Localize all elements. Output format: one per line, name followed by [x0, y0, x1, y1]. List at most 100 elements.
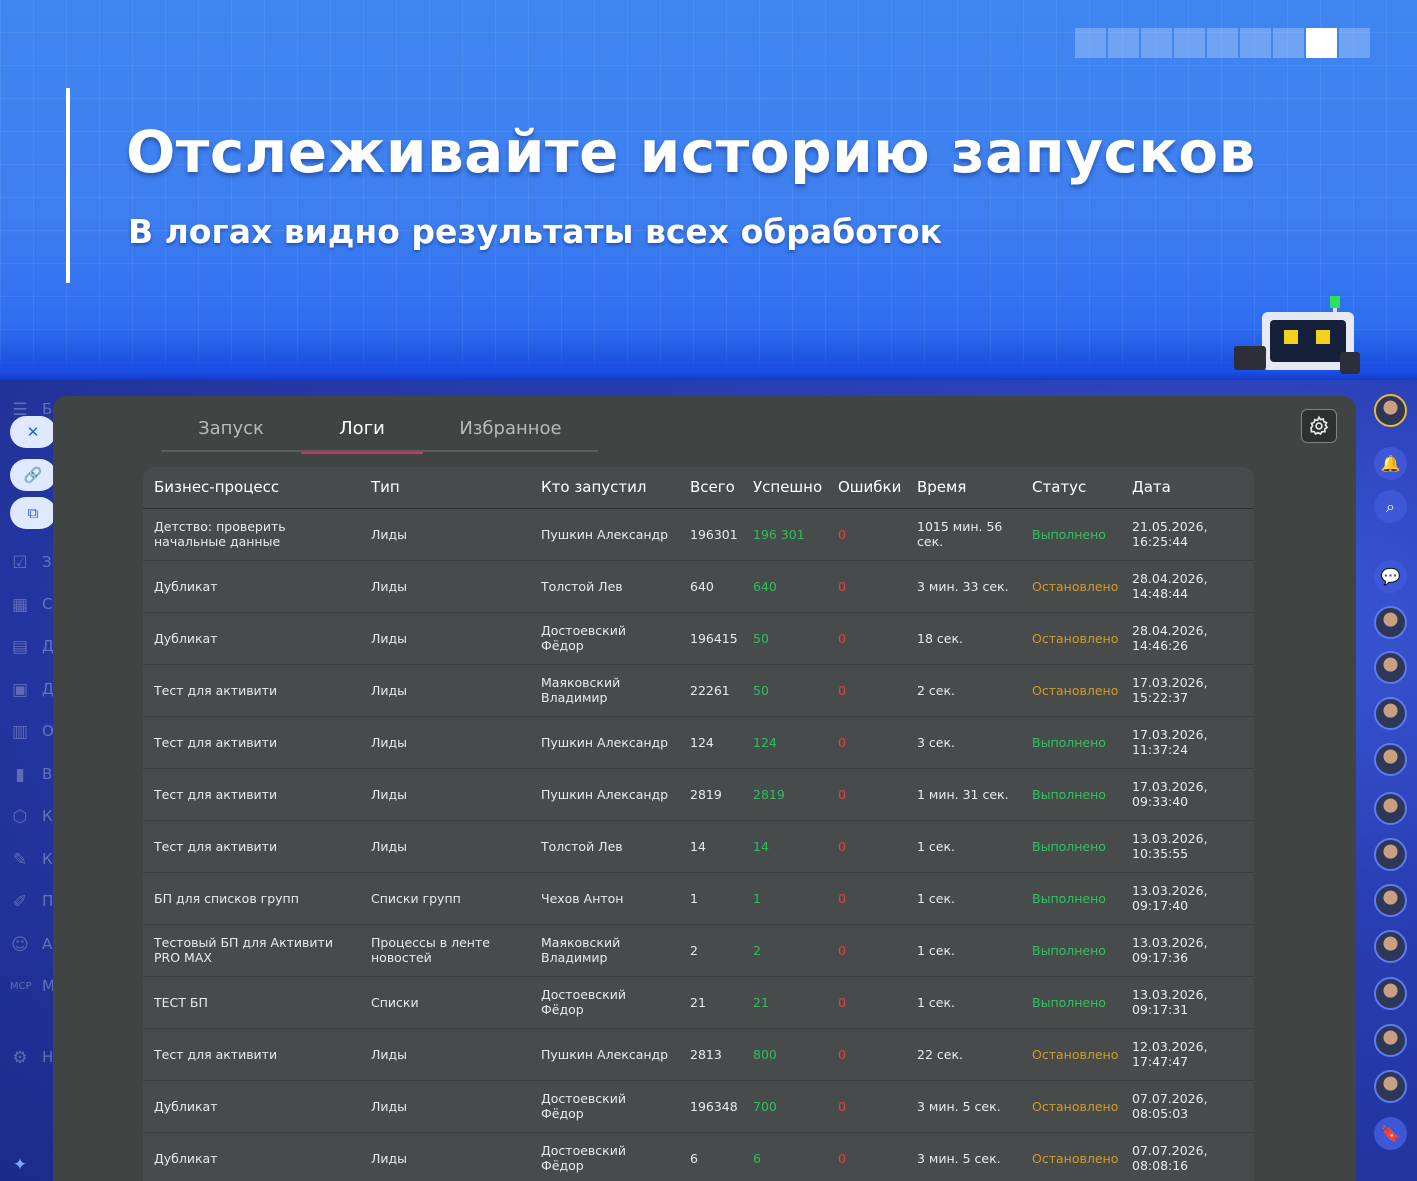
pagination-dot[interactable]: [1174, 28, 1205, 58]
contact-avatar[interactable]: [1374, 606, 1407, 639]
column-header[interactable]: Всего: [679, 467, 742, 509]
table-cell: 1 сек.: [906, 924, 1021, 977]
table-cell: Выполнено: [1021, 508, 1121, 561]
table-row[interactable]: Дубликат Лиды Достоевский Фёдор 196415 50 0 18…: [143, 612, 1254, 665]
table-cell: Остановлено: [1021, 1080, 1121, 1133]
table-row[interactable]: Дубликат Лиды Достоевский Фёдор 196348 700 0 3…: [143, 1080, 1254, 1133]
robot-mascot-icon: [1234, 296, 1360, 374]
table-cell: Тест для активити: [143, 768, 360, 821]
table-row[interactable]: БП для списков групп Списки групп Чехов Ан…: [143, 872, 1254, 925]
chat-icon: 💬: [1380, 567, 1401, 586]
logs-table-container: Бизнес-процесс Тип Кто запустил Всего Успешн…: [143, 467, 1254, 1181]
search-chat-button[interactable]: ⌕: [1374, 490, 1407, 523]
contact-avatar[interactable]: [1374, 743, 1407, 776]
contact-avatar[interactable]: [1374, 884, 1407, 917]
link-icon: 🔗: [23, 466, 43, 484]
table-cell: 1: [679, 872, 742, 925]
notifications-button[interactable]: 🔔: [1374, 447, 1407, 480]
tab-favorites[interactable]: Избранное: [423, 414, 598, 452]
table-cell: 196415: [679, 612, 742, 665]
edit-doc-icon[interactable]: ✎: [10, 850, 30, 870]
table-row[interactable]: Тест для активити Лиды Пушкин Александр 281…: [143, 768, 1254, 821]
column-header[interactable]: Время: [906, 467, 1021, 509]
presentation-icon[interactable]: ▣: [10, 680, 30, 700]
contact-avatar[interactable]: [1374, 838, 1407, 871]
user-avatar[interactable]: [1374, 394, 1407, 427]
pagination-dot[interactable]: [1108, 28, 1139, 58]
pagination-dot[interactable]: [1306, 28, 1337, 58]
schedule-icon[interactable]: ▥: [10, 722, 30, 742]
robot-icon[interactable]: ☺: [10, 935, 30, 955]
contact-avatar[interactable]: [1374, 1024, 1407, 1057]
pen-icon[interactable]: ✐: [10, 892, 30, 912]
tab-launch[interactable]: Запуск: [161, 414, 301, 452]
pagination-dot[interactable]: [1141, 28, 1172, 58]
contact-avatar[interactable]: [1374, 930, 1407, 963]
table-row[interactable]: Тест для активити Лиды Пушкин Александр 124…: [143, 716, 1254, 769]
column-header[interactable]: Бизнес-процесс: [143, 467, 360, 509]
sidebar-item-label: С: [42, 595, 53, 613]
document-icon[interactable]: ▤: [10, 637, 30, 657]
column-header[interactable]: Ошибки: [827, 467, 906, 509]
table-cell: 0: [827, 612, 906, 665]
column-header[interactable]: Кто запустил: [530, 467, 679, 509]
sidebar-item-label: К: [42, 807, 53, 825]
pagination-dot[interactable]: [1207, 28, 1238, 58]
column-header[interactable]: Успешно: [742, 467, 827, 509]
tasks-icon[interactable]: ☑: [10, 553, 30, 573]
table-cell: 640: [679, 560, 742, 613]
table-cell: 0: [827, 872, 906, 925]
settings-button[interactable]: [1301, 409, 1337, 443]
table-cell: 2: [679, 924, 742, 977]
contact-avatar[interactable]: [1374, 651, 1407, 684]
column-header[interactable]: Тип: [360, 467, 530, 509]
banner-title: Отслеживайте историю запусков: [126, 118, 1256, 186]
mcp-icon[interactable]: MCP: [10, 977, 32, 997]
calendar-icon[interactable]: ▦: [10, 595, 30, 615]
chart-icon[interactable]: ▮: [10, 765, 30, 785]
table-cell: Дубликат: [143, 560, 360, 613]
sidebar-item-label: Д: [42, 637, 54, 655]
gear-icon[interactable]: ⚙: [10, 1048, 30, 1068]
contact-avatar[interactable]: [1374, 792, 1407, 825]
table-cell: Лиды: [360, 716, 530, 769]
table-cell: Тестовый БП для Активити PRO MAX: [143, 924, 360, 977]
column-header[interactable]: Статус: [1021, 467, 1121, 509]
close-button[interactable]: ✕: [10, 416, 56, 448]
sparkle-app-icon[interactable]: ✦: [10, 1155, 30, 1175]
table-cell: Списки: [360, 976, 530, 1029]
bookmarks-button[interactable]: 🔖: [1374, 1117, 1407, 1150]
table-row[interactable]: Тест для активити Лиды Толстой Лев 14 14 0 1 с…: [143, 820, 1254, 873]
contact-avatar[interactable]: [1374, 1070, 1407, 1103]
table-cell: Детство: проверить начальные данные: [143, 508, 360, 561]
table-cell: 2 сек.: [906, 664, 1021, 717]
table-cell: 6: [679, 1132, 742, 1181]
chats-button[interactable]: 💬: [1374, 560, 1407, 593]
table-row[interactable]: ТЕСТ БП Списки Достоевский Фёдор 21 21 0 1 сек…: [143, 976, 1254, 1029]
contact-avatar[interactable]: [1374, 977, 1407, 1010]
column-header[interactable]: Дата: [1121, 467, 1254, 509]
pagination-dot[interactable]: [1273, 28, 1304, 58]
table-row[interactable]: Дубликат Лиды Достоевский Фёдор 6 6 0 3 мин. 5…: [143, 1132, 1254, 1181]
link-button[interactable]: 🔗: [10, 459, 56, 491]
table-cell: Выполнено: [1021, 924, 1121, 977]
contact-avatar[interactable]: [1374, 697, 1407, 730]
sidebar-item-label: К: [42, 850, 53, 868]
table-cell: 0: [827, 664, 906, 717]
pagination-dot[interactable]: [1339, 28, 1370, 58]
hexagon-icon[interactable]: ⬡: [10, 807, 30, 827]
table-cell: Выполнено: [1021, 716, 1121, 769]
external-link-button[interactable]: ⧉: [10, 497, 56, 529]
pagination-dot[interactable]: [1075, 28, 1106, 58]
table-cell: Лиды: [360, 560, 530, 613]
pagination-dot[interactable]: [1240, 28, 1271, 58]
table-cell: 14: [679, 820, 742, 873]
table-row[interactable]: Дубликат Лиды Толстой Лев 640 640 0 3 мин. 33 …: [143, 560, 1254, 613]
table-row[interactable]: Детство: проверить начальные данные Лиды П…: [143, 508, 1254, 561]
tab-logs[interactable]: Логи: [301, 414, 423, 454]
table-row[interactable]: Тест для активити Лиды Пушкин Александр 281…: [143, 1028, 1254, 1081]
table-row[interactable]: Тест для активити Лиды Маяковский Владимир…: [143, 664, 1254, 717]
table-row[interactable]: Тестовый БП для Активити PRO MAX Процессы…: [143, 924, 1254, 977]
table-cell: 3 мин. 5 сек.: [906, 1080, 1021, 1133]
table-cell: 196348: [679, 1080, 742, 1133]
